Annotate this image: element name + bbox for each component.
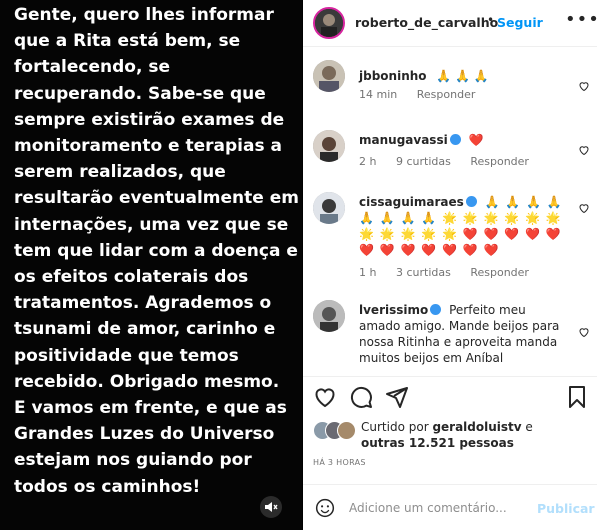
paper-plane-icon[interactable] xyxy=(385,385,409,409)
commenter-avatar[interactable] xyxy=(313,300,345,332)
likes-summary: Curtido por geraldoluistv e outras 12.52… xyxy=(313,417,593,453)
media-paragraph-1: Gente, quero lhes informar que a Rita es… xyxy=(14,5,299,392)
comment-likes-count[interactable]: 3 curtidas xyxy=(396,266,451,279)
commenter-username[interactable]: manugavassi xyxy=(359,133,448,147)
liked-by-text: Curtido por geraldoluistv e outras 12.52… xyxy=(361,419,533,451)
speaker-muted-icon xyxy=(265,502,278,512)
commenter-username[interactable]: jbboninho xyxy=(359,69,427,83)
mute-button[interactable] xyxy=(260,496,282,518)
liked-by-prefix: Curtido por xyxy=(361,420,433,434)
liked-by-user[interactable]: geraldoluistv xyxy=(432,420,521,434)
separator-dot: • xyxy=(487,13,495,27)
add-comment-bar: Publicar xyxy=(303,484,597,530)
comment-body: lverissimo Perfeito meu amado amigo. Man… xyxy=(359,302,569,366)
author-username[interactable]: roberto_de_carvalho xyxy=(355,15,498,30)
like-comment-heart-icon[interactable] xyxy=(578,202,590,214)
comment-text: 🙏 🙏 🙏 xyxy=(436,69,489,83)
comment-body: manugavassi ❤️ xyxy=(359,132,564,148)
post-timestamp[interactable]: HÁ 3 HORAS xyxy=(313,458,366,467)
comments-list[interactable]: jbboninho 🙏 🙏 🙏 14 min Responder manugav… xyxy=(303,56,597,366)
comment-meta: 1 h 3 curtidas Responder xyxy=(359,266,545,279)
post-panel: roberto_de_carvalho • Seguir ••• jbbonin… xyxy=(303,0,597,530)
smiley-icon[interactable] xyxy=(315,498,335,518)
media-text: Gente, quero lhes informar que a Rita es… xyxy=(14,2,299,500)
post-comment-button[interactable]: Publicar xyxy=(537,501,595,516)
reply-button[interactable]: Responder xyxy=(470,266,529,279)
verified-badge-icon xyxy=(465,196,477,207)
comment-time[interactable]: 2 h xyxy=(359,155,376,168)
comment-text: ❤️ xyxy=(468,133,484,147)
commenter-avatar[interactable] xyxy=(313,130,345,162)
bookmark-icon[interactable] xyxy=(565,385,589,409)
commenter-avatar[interactable] xyxy=(313,60,345,92)
comment-time[interactable]: 14 min xyxy=(359,88,397,101)
author-avatar[interactable] xyxy=(313,7,345,39)
follow-button[interactable]: Seguir xyxy=(497,15,543,30)
post-media[interactable]: Gente, quero lhes informar que a Rita es… xyxy=(0,0,302,530)
liked-by-avatars xyxy=(313,421,357,440)
media-paragraph-2: E vamos em frente, e que as Grandes Luze… xyxy=(14,398,287,497)
comment-body: cissaguimaraes 🙏 🙏 🙏 🙏 🙏 🙏 🙏 🙏 🌟 🌟 🌟 🌟 🌟… xyxy=(359,194,569,258)
reply-button[interactable]: Responder xyxy=(417,88,476,101)
more-options-icon[interactable]: ••• xyxy=(565,9,597,30)
reply-button[interactable]: Responder xyxy=(470,155,529,168)
like-comment-heart-icon[interactable] xyxy=(578,326,590,338)
liked-by-connector: e xyxy=(521,420,533,434)
post-actions-bar xyxy=(303,376,597,415)
verified-badge-icon xyxy=(449,134,461,145)
comment-meta: 14 min Responder xyxy=(359,88,491,101)
like-comment-heart-icon[interactable] xyxy=(578,144,590,156)
commenter-username[interactable]: lverissimo xyxy=(359,303,428,317)
like-comment-heart-icon[interactable] xyxy=(578,80,590,92)
instagram-post-modal: Gente, quero lhes informar que a Rita es… xyxy=(0,0,597,530)
heart-icon[interactable] xyxy=(313,385,337,409)
commenter-avatar[interactable] xyxy=(313,192,345,224)
post-header: roberto_de_carvalho • Seguir ••• xyxy=(303,0,597,47)
liker-avatar xyxy=(337,421,356,440)
comment-body: jbboninho 🙏 🙏 🙏 xyxy=(359,68,564,84)
comment-icon[interactable] xyxy=(349,385,373,409)
comment-time[interactable]: 1 h xyxy=(359,266,376,279)
comment-input[interactable] xyxy=(349,498,529,518)
comment-likes-count[interactable]: 9 curtidas xyxy=(396,155,451,168)
verified-badge-icon xyxy=(430,304,442,315)
commenter-username[interactable]: cissaguimaraes xyxy=(359,195,464,209)
comment-meta: 2 h 9 curtidas Responder xyxy=(359,155,545,168)
likes-count[interactable]: outras 12.521 pessoas xyxy=(361,436,514,450)
